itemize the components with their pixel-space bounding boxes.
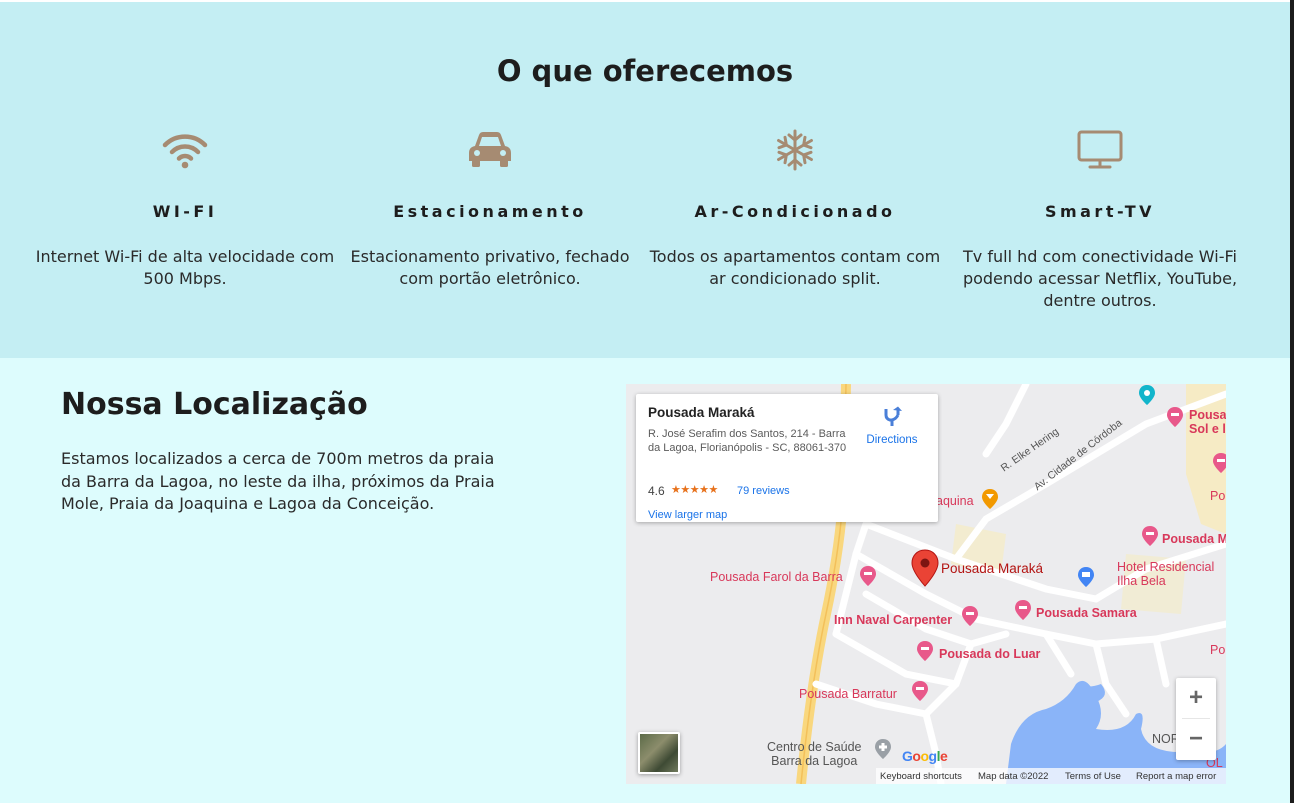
map-label-poi[interactable]: Pousada Barratur — [799, 687, 897, 701]
car-icon — [469, 132, 511, 167]
zoom-controls: + − — [1176, 678, 1216, 760]
feature-description: Todos os apartamentos contam com ar cond… — [649, 247, 941, 288]
map-label-poi[interactable]: Pousada Farol da Barra — [710, 570, 843, 584]
hotel-marker-icon[interactable] — [916, 640, 934, 662]
map-label-poi[interactable]: Pousa Sol e l — [1189, 408, 1226, 436]
map-label-poi[interactable]: Pousada M — [1162, 532, 1226, 546]
map-info-card: Pousada Maraká R. José Serafim dos Santo… — [636, 394, 938, 522]
embedded-map[interactable]: R. Elke Hering Av. Cidade de Córdoba Pou… — [626, 384, 1226, 784]
directions-icon — [884, 406, 902, 426]
feature-smart-tv: Smart-TV Tv full hd com conectividade Wi… — [950, 128, 1250, 312]
keyboard-shortcuts-link[interactable]: Keyboard shortcuts — [880, 771, 962, 782]
tv-icon — [1077, 130, 1123, 169]
report-map-error-link[interactable]: Report a map error — [1136, 771, 1216, 782]
map-label-poi[interactable]: aquina — [936, 494, 974, 508]
hotel-marker-icon[interactable] — [1212, 452, 1226, 474]
feature-title: Smart-TV — [1044, 202, 1156, 221]
map-label-poi[interactable]: Centro de Saúde Barra da Lagoa — [767, 740, 862, 768]
map-label-poi[interactable]: Hotel Residencial Ilha Bela — [1117, 560, 1214, 588]
map-label-poi[interactable]: Po — [1210, 643, 1225, 657]
hotel-marker-icon[interactable] — [911, 680, 929, 702]
map-label-poi[interactable]: Inn Naval Carpenter — [834, 613, 952, 627]
location-description: Estamos localizados a cerca de 700m metr… — [61, 449, 495, 513]
feature-title: WI-FI — [152, 202, 218, 221]
snowflake-icon — [777, 129, 813, 171]
map-label-selected-place[interactable]: Pousada Maraká — [941, 561, 1043, 576]
map-label-poi[interactable]: Pousada do Luar — [939, 647, 1040, 661]
feature-description: Internet Wi-Fi de alta velocidade com 50… — [35, 247, 335, 288]
shopping-marker-icon[interactable] — [1077, 566, 1095, 588]
directions-label: Directions — [866, 434, 918, 446]
offers-title: O que oferecemos — [496, 54, 794, 88]
feature-description: Tv full hd com conectividade Wi-Fi poden… — [962, 247, 1238, 310]
wifi-icon — [162, 134, 208, 169]
location-title: Nossa Localização — [61, 387, 368, 422]
camera-marker-icon[interactable] — [1138, 384, 1156, 406]
bar-marker-icon[interactable] — [981, 488, 999, 510]
google-logo: Google — [902, 748, 948, 764]
feature-wifi: WI-FI Internet Wi-Fi de alta velocidade … — [35, 128, 335, 290]
feature-air-conditioning: Ar-Condicionado Todos os apartamentos co… — [645, 128, 945, 290]
zoom-in-button[interactable]: + — [1176, 678, 1216, 718]
place-address: R. José Serafim dos Santos, 214 - Barra … — [648, 428, 847, 454]
feature-title: Ar-Condicionado — [694, 202, 896, 221]
hotel-marker-icon[interactable] — [1141, 525, 1159, 547]
hotel-marker-icon[interactable] — [961, 605, 979, 627]
directions-button[interactable]: Directions — [864, 406, 920, 446]
rating-stars-icon: ★★★★★ — [671, 484, 718, 496]
offers-section: O que oferecemos WI-FI Internet Wi-Fi de… — [0, 2, 1290, 358]
feature-parking: Estacionamento Estacionamento privativo,… — [340, 128, 640, 290]
map-footer: Keyboard shortcuts Map data ©2022 Terms … — [876, 768, 1226, 784]
map-label-poi[interactable]: Po — [1210, 489, 1225, 503]
rating-value: 4.6 — [648, 484, 665, 498]
view-larger-map-link[interactable]: View larger map — [648, 509, 727, 521]
reviews-link[interactable]: 79 reviews — [737, 485, 790, 497]
place-name: Pousada Maraká — [648, 405, 755, 420]
feature-description: Estacionamento privativo, fechado com po… — [350, 247, 630, 288]
hotel-marker-icon[interactable] — [859, 565, 877, 587]
map-data-text: Map data ©2022 — [978, 771, 1049, 782]
map-label-poi[interactable]: Pousada Samara — [1036, 606, 1137, 620]
satellite-toggle-button[interactable] — [638, 732, 680, 774]
location-pin-icon[interactable] — [911, 549, 939, 587]
hotel-marker-icon[interactable] — [1014, 599, 1032, 621]
medical-marker-icon[interactable] — [874, 738, 892, 760]
terms-of-use-link[interactable]: Terms of Use — [1065, 771, 1121, 782]
hotel-marker-icon[interactable] — [1166, 406, 1184, 428]
feature-title: Estacionamento — [393, 202, 587, 221]
zoom-out-button[interactable]: − — [1176, 719, 1216, 759]
